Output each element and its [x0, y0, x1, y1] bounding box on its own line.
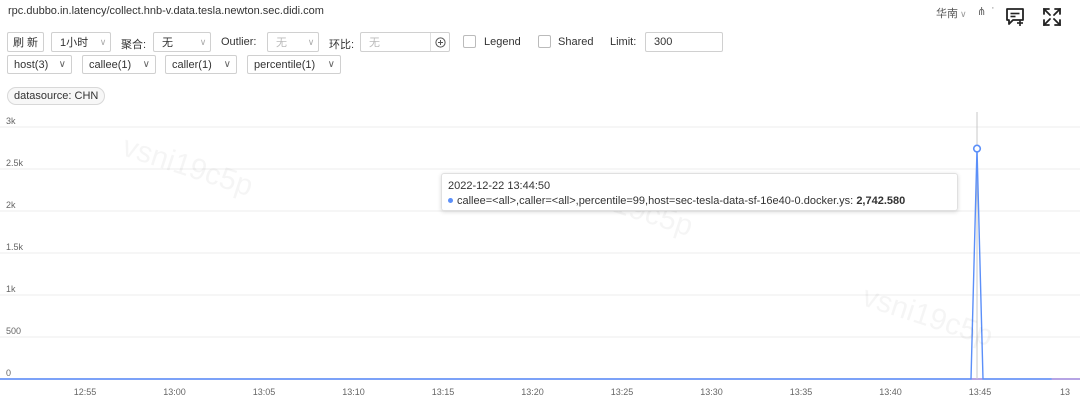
filter-percentile[interactable]: percentile(1) ∨	[247, 55, 341, 74]
series-marker	[448, 198, 453, 203]
x-tick-label: 13:05	[253, 387, 276, 397]
chevron-down-icon: ∨	[196, 37, 210, 48]
filter-callee[interactable]: callee(1) ∨	[82, 55, 156, 74]
chevron-down-icon: ∨	[96, 37, 110, 48]
note-add-icon	[1004, 7, 1026, 27]
outlier-label: Outlier:	[221, 36, 256, 48]
plus-circle-icon	[435, 37, 446, 48]
outlier-select[interactable]: 无 ∨	[267, 32, 319, 52]
x-tick-label: 12:55	[74, 387, 97, 397]
y-tick-label: 2.5k	[6, 158, 24, 168]
datasource-tag[interactable]: datasource: CHN	[7, 87, 105, 105]
filter-label: host(3)	[14, 59, 48, 71]
time-range-value: 1小时	[52, 34, 96, 50]
chevron-down-icon: ∨	[224, 59, 231, 70]
fullscreen-icon	[1042, 7, 1062, 27]
chevron-down-icon: ∨	[143, 59, 150, 70]
region-selector[interactable]: 华南∨	[936, 5, 967, 21]
x-tick-label: 13:30	[700, 387, 723, 397]
metric-title: rpc.dubbo.in.latency/collect.hnb-v.data.…	[8, 5, 324, 17]
filter-label: callee(1)	[89, 59, 131, 71]
aggregate-label: 聚合:	[121, 36, 146, 52]
y-tick-label: 0	[6, 368, 11, 378]
refresh-button[interactable]: 刷 新	[7, 32, 44, 52]
time-range-select[interactable]: 1小时 ∨	[51, 32, 111, 52]
compare-input[interactable]: 无	[360, 32, 450, 52]
y-tick-label: 3k	[6, 116, 16, 126]
tree-icon[interactable]: ⋔	[977, 5, 986, 18]
filter-label: percentile(1)	[254, 59, 315, 71]
outlier-value: 无	[268, 34, 304, 50]
chart-tooltip: 2022-12-22 13:44:50 callee=<all>,caller=…	[441, 173, 958, 211]
compare-label: 环比:	[329, 36, 354, 52]
chart-svg: 0 500 1k 1.5k 2k 2.5k 3k 12:55 13:00 13:05 13:10 13…	[0, 112, 1080, 412]
x-tick-label: 13	[1060, 387, 1070, 397]
chevron-down-icon: ∨	[304, 37, 318, 48]
title-bar: rpc.dubbo.in.latency/collect.hnb-v.data.…	[0, 0, 1080, 24]
x-tick-label: 13:45	[969, 387, 992, 397]
limit-value: 300	[646, 36, 722, 48]
legend-label: Legend	[484, 36, 521, 48]
limit-label: Limit:	[610, 36, 636, 48]
x-tick-label: 13:15	[432, 387, 455, 397]
tooltip-time: 2022-12-22 13:44:50	[448, 180, 550, 192]
filter-label: caller(1)	[172, 59, 212, 71]
toolbar: 刷 新 1小时 ∨ 聚合: 无 ∨ Outlier: 无 ∨ 环比: 无 Leg…	[0, 32, 1080, 54]
x-tick-label: 13:35	[790, 387, 813, 397]
add-compare-button[interactable]	[430, 33, 449, 51]
shared-checkbox[interactable]	[538, 35, 551, 48]
y-tick-label: 2k	[6, 200, 16, 210]
x-tick-label: 13:10	[342, 387, 365, 397]
filter-caller[interactable]: caller(1) ∨	[165, 55, 237, 74]
more-icon[interactable]: ·	[991, 2, 995, 14]
shared-label: Shared	[558, 36, 593, 48]
x-tick-label: 13:25	[611, 387, 634, 397]
chevron-down-icon: ∨	[960, 9, 967, 19]
chevron-down-icon: ∨	[328, 59, 335, 70]
aggregate-select[interactable]: 无 ∨	[153, 32, 211, 52]
filter-host[interactable]: host(3) ∨	[7, 55, 72, 74]
add-annotation-button[interactable]	[1003, 6, 1027, 28]
compare-placeholder: 无	[361, 34, 430, 50]
y-tick-label: 500	[6, 326, 21, 336]
x-tick-label: 13:20	[521, 387, 544, 397]
region-label: 华南	[936, 8, 958, 20]
x-tick-label: 13:40	[879, 387, 902, 397]
latency-chart: 0 500 1k 1.5k 2k 2.5k 3k 12:55 13:00 13:05 13:10 13…	[0, 112, 1080, 412]
y-tick-label: 1k	[6, 284, 16, 294]
x-tick-label: 13:00	[163, 387, 186, 397]
chevron-down-icon: ∨	[59, 59, 66, 70]
tooltip-series: callee=<all>,caller=<all>,percentile=99,…	[457, 195, 853, 207]
limit-input[interactable]: 300	[645, 32, 723, 52]
tooltip-value: 2,742.580	[856, 195, 905, 207]
aggregate-value: 无	[154, 34, 196, 50]
fullscreen-button[interactable]	[1040, 6, 1064, 28]
y-tick-label: 1.5k	[6, 242, 24, 252]
peak-point	[974, 145, 981, 152]
tooltip-row: callee=<all>,caller=<all>,percentile=99,…	[448, 195, 905, 207]
legend-checkbox[interactable]	[463, 35, 476, 48]
